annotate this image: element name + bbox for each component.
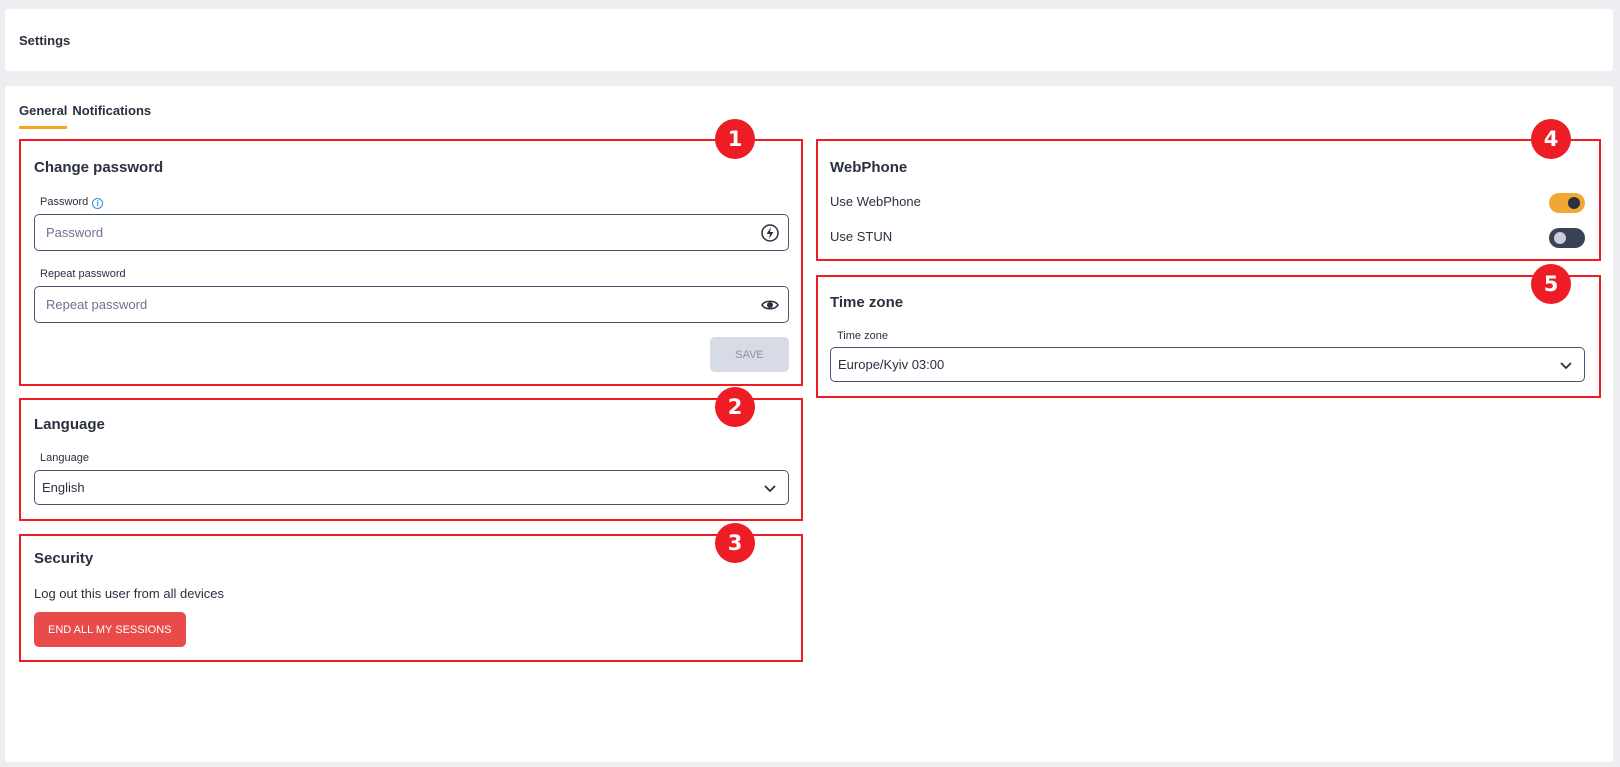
- timezone-label: Time zone: [837, 330, 888, 342]
- language-select[interactable]: English: [34, 470, 789, 505]
- annotation-marker-2: 2: [715, 387, 755, 427]
- lightning-bolt-icon[interactable]: [760, 223, 780, 243]
- password-label-text: Password: [40, 196, 89, 208]
- eye-icon[interactable]: [760, 295, 780, 315]
- annotation-marker-1: 1: [715, 119, 755, 159]
- toggle-knob: [1568, 197, 1580, 209]
- change-password-card: Change password Password i Password Repea…: [19, 139, 803, 386]
- chevron-down-icon[interactable]: [760, 478, 780, 498]
- annotation-marker-4: 4: [1531, 119, 1571, 159]
- timezone-select[interactable]: Europe/Kyiv 03:00: [830, 347, 1585, 382]
- info-icon[interactable]: i: [92, 198, 104, 209]
- language-card: Language Language English: [19, 398, 803, 521]
- security-title: Security: [34, 550, 94, 567]
- repeat-password-label: Repeat password: [40, 268, 126, 280]
- repeat-password-input[interactable]: Repeat password: [34, 286, 789, 323]
- tab-bar: General Notifications: [19, 102, 156, 129]
- use-stun-label: Use STUN: [830, 229, 893, 244]
- timezone-value: Europe/Kyiv 03:00: [838, 357, 945, 372]
- annotation-marker-3: 3: [715, 523, 755, 563]
- toggle-knob: [1554, 232, 1566, 244]
- security-card: Security Log out this user from all devi…: [19, 534, 803, 662]
- password-input[interactable]: Password: [34, 214, 789, 251]
- annotation-marker-5: 5: [1531, 264, 1571, 304]
- timezone-card: Time zone Time zone Europe/Kyiv 03:00: [816, 275, 1601, 398]
- webphone-card: WebPhone Use WebPhone Use STUN: [816, 139, 1601, 261]
- use-webphone-toggle[interactable]: [1549, 193, 1585, 213]
- language-value: English: [42, 480, 85, 495]
- use-stun-toggle[interactable]: [1549, 228, 1585, 248]
- repeat-password-placeholder: Repeat password: [46, 297, 148, 312]
- change-password-title: Change password: [34, 159, 164, 176]
- webphone-title: WebPhone: [830, 159, 908, 176]
- page-title: Settings: [19, 33, 71, 48]
- save-button[interactable]: SAVE: [710, 337, 789, 372]
- password-label: Password i: [40, 196, 104, 209]
- tab-notifications[interactable]: Notifications: [72, 103, 151, 126]
- tab-general[interactable]: General: [19, 103, 68, 129]
- end-all-sessions-button[interactable]: END ALL MY SESSIONS: [34, 612, 186, 647]
- use-webphone-label: Use WebPhone: [830, 194, 921, 209]
- page-header: Settings: [5, 9, 1613, 71]
- chevron-down-icon[interactable]: [1556, 355, 1576, 375]
- timezone-title: Time zone: [830, 294, 904, 311]
- password-placeholder: Password: [46, 225, 104, 240]
- security-description: Log out this user from all devices: [34, 586, 225, 601]
- language-label: Language: [40, 452, 89, 464]
- language-title: Language: [34, 416, 105, 433]
